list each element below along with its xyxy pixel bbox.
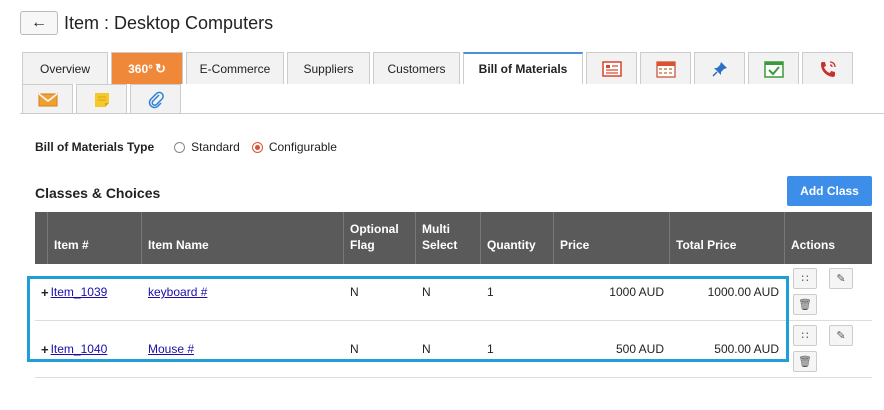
radio-configurable[interactable]: Configurable <box>251 140 337 154</box>
pin-icon <box>711 61 727 77</box>
item-name-link[interactable]: Mouse # <box>148 342 194 356</box>
header-item-no[interactable]: Item # <box>48 212 142 264</box>
tab-bar: Overview 360° ↻ E-Commerce Suppliers Cus… <box>22 52 882 114</box>
pencil-icon: ✎ <box>836 273 846 285</box>
table-row: + Item_1039 keyboard # N N 1 1000 AUD 10… <box>35 264 872 321</box>
quantity-value: 1 <box>487 285 494 299</box>
edit-button[interactable]: ✎ <box>829 325 853 346</box>
item-name-link[interactable]: keyboard # <box>148 285 207 299</box>
header-actions: Actions <box>791 238 836 252</box>
calendar-grid-icon <box>655 60 676 78</box>
price-value: 500 AUD <box>615 342 664 356</box>
bom-type-row: Bill of Materials Type Standard Configur… <box>35 140 349 154</box>
header-item-name[interactable]: Item Name <box>142 212 344 264</box>
multi-select-value: N <box>422 342 431 356</box>
choices-button[interactable]: ∷ <box>793 268 817 289</box>
edit-button[interactable]: ✎ <box>829 268 853 289</box>
page-title: Item : Desktop Computers <box>64 12 274 33</box>
phone-icon <box>820 60 836 77</box>
refresh-icon: ↻ <box>154 60 166 76</box>
radio-standard-circle[interactable] <box>174 141 186 153</box>
item-number-link[interactable]: Item_1040 <box>51 342 108 356</box>
header-multi-select[interactable]: Multi Select <box>416 212 481 264</box>
tab-list-card[interactable] <box>586 52 637 84</box>
page-header: ← Item : Desktop Computers <box>20 10 273 36</box>
tab-phone[interactable] <box>802 52 853 84</box>
delete-button[interactable]: 🗑 <box>793 294 817 315</box>
tab-notes[interactable] <box>76 84 127 114</box>
radio-standard[interactable]: Standard <box>174 140 240 154</box>
tab-attachments[interactable] <box>130 84 181 114</box>
item-number-link[interactable]: Item_1039 <box>51 285 108 299</box>
add-class-button[interactable]: Add Class <box>787 176 872 206</box>
radio-configurable-circle[interactable] <box>251 141 263 153</box>
list-card-icon <box>601 60 622 77</box>
tab-360[interactable]: 360° ↻ <box>111 52 183 84</box>
total-price-value: 500.00 AUD <box>714 342 779 356</box>
paperclip-icon <box>148 91 164 108</box>
section-title: Classes & Choices <box>35 185 161 201</box>
header-optional-flag[interactable]: Optional Flag <box>344 212 416 264</box>
total-price-value: 1000.00 AUD <box>707 285 779 299</box>
grid-header: Item # Item Name Optional Flag Multi Sel… <box>35 212 872 264</box>
bom-grid: Item # Item Name Optional Flag Multi Sel… <box>35 212 872 378</box>
price-value: 1000 AUD <box>609 285 664 299</box>
tab-calendar-check[interactable] <box>748 52 799 84</box>
tab-customers[interactable]: Customers <box>373 52 460 84</box>
trash-icon: 🗑 <box>798 299 812 311</box>
header-total-price[interactable]: Total Price <box>670 212 785 264</box>
grid-plus-icon: ∷ <box>801 330 809 342</box>
header-quantity[interactable]: Quantity <box>481 212 554 264</box>
header-spacer <box>35 212 48 264</box>
table-row: + Item_1040 Mouse # N N 1 500 AUD 500.00… <box>35 321 872 378</box>
pencil-icon: ✎ <box>836 330 846 342</box>
tab-pin[interactable] <box>694 52 745 84</box>
expand-icon[interactable]: + <box>41 285 49 300</box>
back-button[interactable]: ← <box>20 11 58 35</box>
tab-bill-of-materials[interactable]: Bill of Materials <box>463 52 583 84</box>
optional-flag-value: N <box>350 342 359 356</box>
trash-icon: 🗑 <box>798 356 812 368</box>
quantity-value: 1 <box>487 342 494 356</box>
tab-divider <box>20 113 884 114</box>
choices-button[interactable]: ∷ <box>793 325 817 346</box>
tab-ecommerce[interactable]: E-Commerce <box>186 52 284 84</box>
calendar-check-icon <box>763 60 784 78</box>
grid-plus-icon: ∷ <box>801 273 809 285</box>
tab-suppliers[interactable]: Suppliers <box>287 52 370 84</box>
arrow-left-icon: ← <box>31 14 47 31</box>
header-price[interactable]: Price <box>554 212 670 264</box>
expand-icon[interactable]: + <box>41 342 49 357</box>
tab-overview[interactable]: Overview <box>22 52 108 84</box>
bom-type-label: Bill of Materials Type <box>35 140 155 154</box>
delete-button[interactable]: 🗑 <box>793 351 817 372</box>
multi-select-value: N <box>422 285 431 299</box>
optional-flag-value: N <box>350 285 359 299</box>
sticky-note-icon <box>94 92 109 107</box>
envelope-icon <box>38 92 57 106</box>
tab-calendar-grid[interactable] <box>640 52 691 84</box>
tab-email[interactable] <box>22 84 73 114</box>
